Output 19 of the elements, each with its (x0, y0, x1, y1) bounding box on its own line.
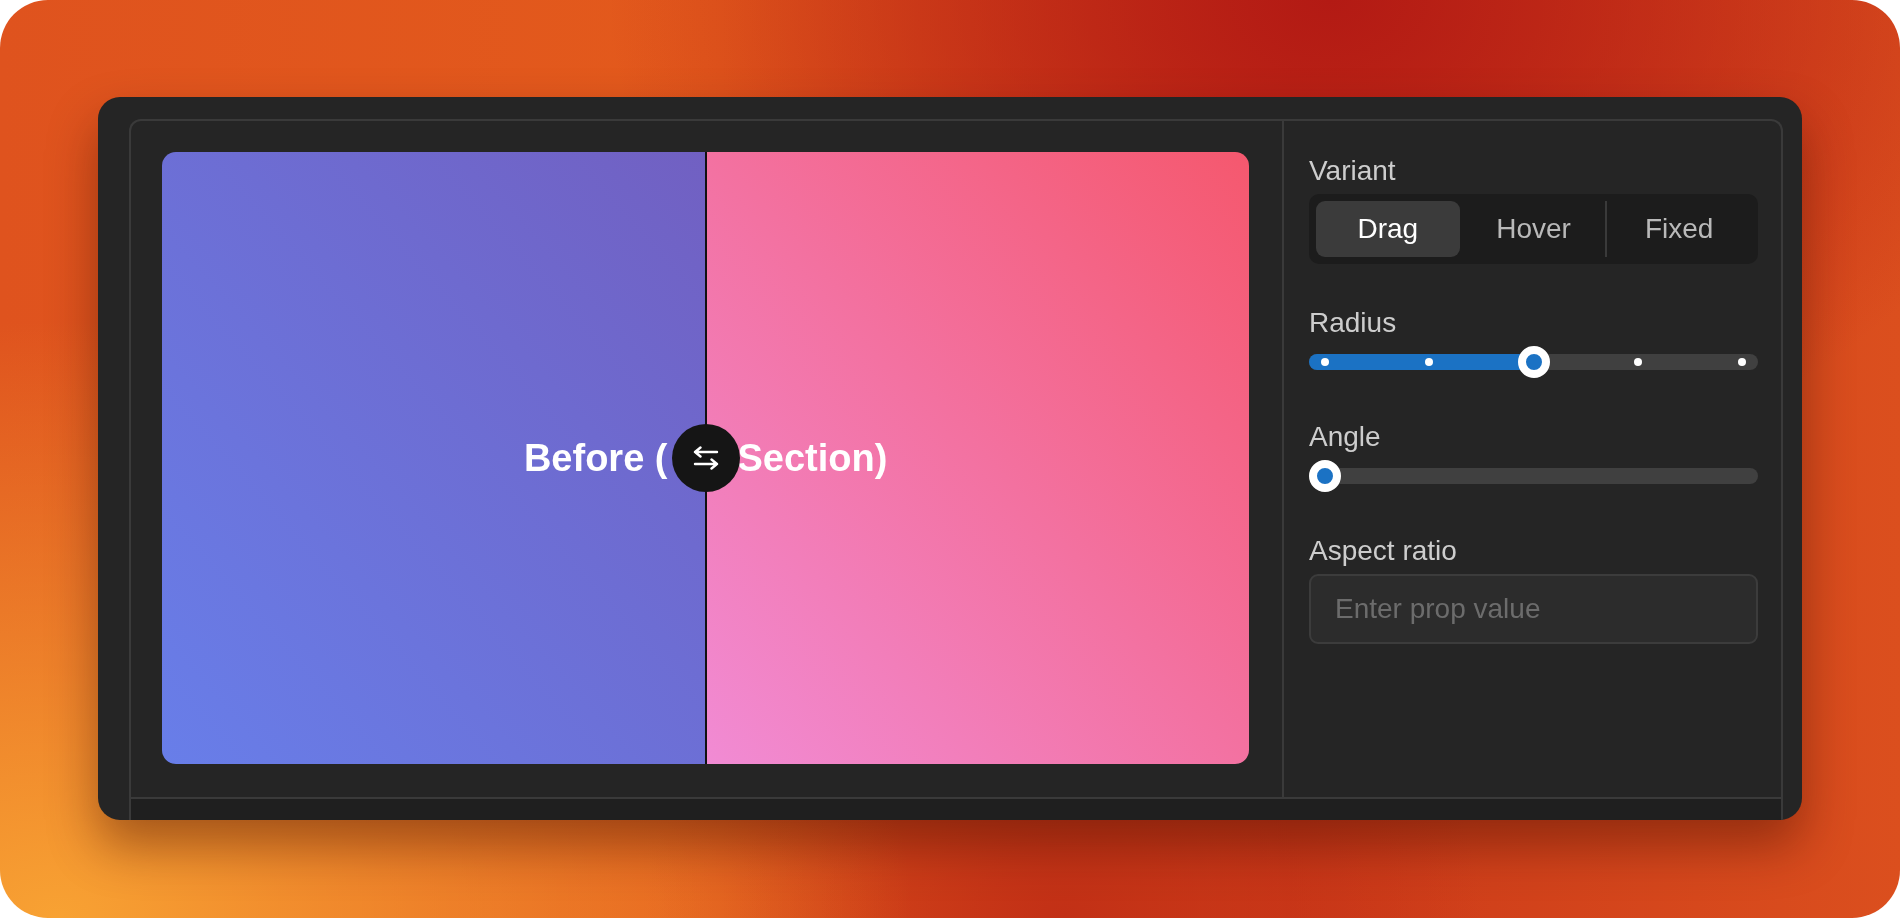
tick-dot-icon (1738, 358, 1746, 366)
segment-tab[interactable]: Fixed (1607, 201, 1751, 257)
tick-dot-icon (1633, 358, 1642, 366)
tick-dot-icon (1321, 358, 1329, 366)
slider-track[interactable] (1309, 346, 1758, 378)
segment-tab[interactable]: Hover (1461, 201, 1606, 257)
property-label: Aspect ratio (1309, 534, 1457, 568)
swap-arrows-icon (691, 446, 720, 470)
tick-dot-icon (1425, 358, 1434, 366)
slider-thumb[interactable] (1517, 346, 1550, 378)
slider-track[interactable] (1309, 460, 1758, 492)
property-label: Variant (1309, 154, 1396, 188)
property-label: Angle (1309, 420, 1381, 454)
text-input-field[interactable]: Enter prop value (1309, 574, 1758, 644)
slider-thumb[interactable] (1309, 460, 1341, 492)
after-caption: Section) (737, 436, 888, 481)
property-label: Radius (1309, 306, 1397, 340)
before-caption: Before ( (523, 436, 668, 481)
segment-tab[interactable]: Drag (1316, 201, 1460, 257)
